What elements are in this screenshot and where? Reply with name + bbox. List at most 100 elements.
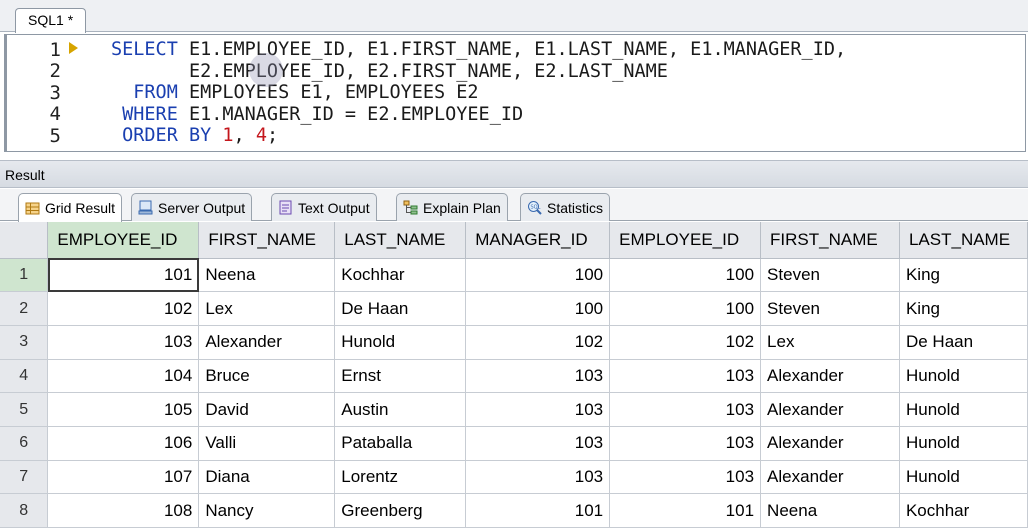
grid-cell[interactable]: 101	[465, 493, 611, 528]
grid-cell[interactable]: 103	[465, 392, 611, 427]
grid-cell[interactable]: 107	[47, 460, 200, 495]
grid-cell[interactable]: 101	[47, 258, 200, 293]
grid-cell[interactable]: Lex	[760, 325, 900, 360]
grid-cell[interactable]: 108	[47, 493, 200, 528]
grid-cell[interactable]: De Haan	[899, 325, 1028, 360]
grid-cell[interactable]: 103	[609, 460, 762, 495]
tab-explain-plan[interactable]: Explain Plan	[396, 193, 508, 221]
result-grid[interactable]: EMPLOYEE_ID FIRST_NAME LAST_NAME MANAGER_ID…	[0, 222, 1028, 528]
grid-cell[interactable]: 100	[609, 258, 762, 293]
grid-cell[interactable]: 105	[47, 392, 200, 427]
column-header-last-name[interactable]: LAST_NAME	[334, 222, 467, 259]
row-number[interactable]: 3	[0, 325, 49, 360]
grid-cell[interactable]: Hunold	[899, 392, 1028, 427]
grid-cell[interactable]: Alexander	[198, 325, 336, 360]
grid-cell[interactable]: Neena	[760, 493, 900, 528]
column-header-first-name[interactable]: FIRST_NAME	[198, 222, 336, 259]
table-row[interactable]: 8 108 Nancy Greenberg 101 101 Neena Kochhar	[0, 493, 1028, 528]
sql-editor[interactable]: 12345 SELECT E1.EMPLOYEE_ID, E1.FIRST_NA…	[4, 34, 1026, 152]
grid-cell[interactable]: 103	[609, 359, 762, 394]
grid-cell[interactable]: Lorentz	[334, 460, 467, 495]
column-header-first-name[interactable]: FIRST_NAME	[760, 222, 900, 259]
grid-cell[interactable]: King	[899, 291, 1028, 326]
line-number-gutter: 12345	[7, 39, 95, 147]
grid-cell[interactable]: 106	[47, 426, 200, 461]
grid-cell[interactable]: 100	[465, 291, 611, 326]
table-row[interactable]: 4 104 Bruce Ernst 103 103 Alexander Hunold	[0, 359, 1028, 394]
tab-server-output[interactable]: Server Output	[131, 193, 253, 221]
grid-cell[interactable]: 102	[465, 325, 611, 360]
row-number[interactable]: 2	[0, 291, 49, 326]
grid-cell[interactable]: Kochhar	[334, 258, 467, 293]
grid-cell[interactable]: Steven	[760, 291, 900, 326]
table-row[interactable]: 2 102 Lex De Haan 100 100 Steven King	[0, 291, 1028, 326]
grid-cell[interactable]: Kochhar	[899, 493, 1028, 528]
grid-cell[interactable]: Neena	[198, 258, 336, 293]
grid-cell[interactable]: Alexander	[760, 460, 900, 495]
grid-cell[interactable]: Lex	[198, 291, 336, 326]
grid-cell[interactable]: 103	[609, 426, 762, 461]
row-number[interactable]: 7	[0, 460, 49, 495]
sql-code-area[interactable]: SELECT E1.EMPLOYEE_ID, E1.FIRST_NAME, E1…	[111, 39, 846, 147]
column-header-manager-id[interactable]: MANAGER_ID	[465, 222, 611, 259]
line-number-row: 5	[7, 125, 95, 147]
column-header-last-name[interactable]: LAST_NAME	[899, 222, 1028, 259]
tab-statistics[interactable]: SQL Statistics	[520, 193, 611, 221]
grid-cell[interactable]: Ernst	[334, 359, 467, 394]
grid-cell[interactable]: 100	[609, 291, 762, 326]
grid-cell[interactable]: Hunold	[899, 460, 1028, 495]
grid-cell[interactable]: De Haan	[334, 291, 467, 326]
grid-cell[interactable]: King	[899, 258, 1028, 293]
grid-cell[interactable]: Alexander	[760, 426, 900, 461]
grid-cell[interactable]: Bruce	[198, 359, 336, 394]
code-line[interactable]: E2.EMPLOYEE_ID, E2.FIRST_NAME, E2.LAST_N…	[111, 61, 846, 83]
table-row[interactable]: 1 101 Neena Kochhar 100 100 Steven King	[0, 258, 1028, 293]
column-header-employee-id[interactable]: EMPLOYEE_ID	[47, 222, 200, 259]
grid-cell[interactable]: David	[198, 392, 336, 427]
grid-cell[interactable]: Alexander	[760, 359, 900, 394]
row-number[interactable]: 5	[0, 392, 49, 427]
sql-text: ;	[266, 125, 279, 146]
line-number-row: 4	[7, 103, 95, 125]
row-number[interactable]: 8	[0, 493, 49, 528]
grid-cell[interactable]: Valli	[198, 426, 336, 461]
grid-cell[interactable]: 101	[609, 493, 762, 528]
tab-sql1[interactable]: SQL1 *	[15, 8, 87, 33]
result-table[interactable]: EMPLOYEE_ID FIRST_NAME LAST_NAME MANAGER_ID…	[0, 222, 1028, 528]
grid-cell[interactable]: 103	[465, 426, 611, 461]
grid-cell[interactable]: 102	[47, 291, 200, 326]
grid-cell[interactable]: 103	[609, 392, 762, 427]
code-line[interactable]: ORDER BY 1, 4;	[111, 125, 846, 147]
grid-cell[interactable]: 103	[465, 460, 611, 495]
code-line[interactable]: FROM EMPLOYEES E1, EMPLOYEES E2	[111, 82, 846, 104]
grid-cell[interactable]: Greenberg	[334, 493, 467, 528]
grid-cell[interactable]: Nancy	[198, 493, 336, 528]
document-tab-strip: SQL1 *	[0, 0, 1028, 33]
grid-cell[interactable]: Pataballa	[334, 426, 467, 461]
tab-grid-result[interactable]: Grid Result	[18, 193, 123, 222]
grid-cell[interactable]: 104	[47, 359, 200, 394]
table-row[interactable]: 6 106 Valli Pataballa 103 103 Alexander Hunold	[0, 426, 1028, 461]
code-line[interactable]: WHERE E1.MANAGER_ID = E2.EMPLOYEE_ID	[111, 104, 846, 126]
row-number[interactable]: 4	[0, 359, 49, 394]
column-header-employee-id[interactable]: EMPLOYEE_ID	[609, 222, 762, 259]
grid-cell[interactable]: 103	[47, 325, 200, 360]
tab-text-output[interactable]: Text Output	[271, 193, 377, 221]
grid-cell[interactable]: 100	[465, 258, 611, 293]
grid-cell[interactable]: 102	[609, 325, 762, 360]
table-row[interactable]: 7 107 Diana Lorentz 103 103 Alexander Hunold	[0, 460, 1028, 495]
code-line[interactable]: SELECT E1.EMPLOYEE_ID, E1.FIRST_NAME, E1…	[111, 39, 846, 61]
grid-cell[interactable]: Hunold	[899, 359, 1028, 394]
row-number[interactable]: 1	[0, 258, 49, 293]
grid-corner-cell[interactable]	[0, 222, 49, 259]
grid-cell[interactable]: Steven	[760, 258, 900, 293]
grid-cell[interactable]: Austin	[334, 392, 467, 427]
grid-cell[interactable]: Hunold	[899, 426, 1028, 461]
table-row[interactable]: 3 103 Alexander Hunold 102 102 Lex De Haan	[0, 325, 1028, 360]
row-number[interactable]: 6	[0, 426, 49, 461]
grid-cell[interactable]: Alexander	[760, 392, 900, 427]
grid-cell[interactable]: Diana	[198, 460, 336, 495]
grid-cell[interactable]: 103	[465, 359, 611, 394]
grid-cell[interactable]: Hunold	[334, 325, 467, 360]
table-row[interactable]: 5 105 David Austin 103 103 Alexander Hunold	[0, 392, 1028, 427]
